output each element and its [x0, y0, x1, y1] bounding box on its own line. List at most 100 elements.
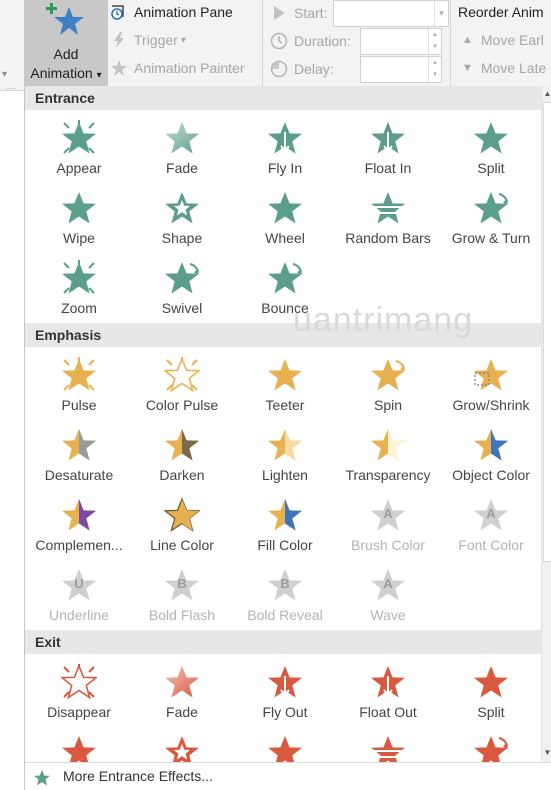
trigger-label: Trigger — [134, 32, 178, 48]
chevron-down-icon: ▾ — [434, 1, 448, 26]
animation-gallery: Entrance Appear Fade Fly In Float In Split Wip… — [24, 86, 551, 790]
bounce-icon — [267, 260, 303, 296]
svg-text:B: B — [280, 576, 289, 591]
animation-painter-button[interactable]: Animation Painter — [110, 59, 245, 77]
pulse-icon — [61, 357, 97, 393]
triangle-up-icon: ▲ — [462, 34, 473, 46]
effect-grow-shrink[interactable]: Grow/Shrink — [439, 355, 543, 425]
svg-text:▾: ▾ — [2, 69, 7, 80]
painter-star-icon — [111, 60, 127, 76]
grow-turn-icon — [473, 190, 509, 226]
effect-label: Float In — [364, 160, 412, 176]
effect-bold-flash: B Bold Flash — [130, 565, 234, 635]
effect-lighten[interactable]: Lighten — [233, 425, 337, 495]
effect-label: Pulse — [61, 397, 97, 413]
effect-label: Object Color — [452, 467, 530, 483]
bold-flash-icon: B — [164, 567, 200, 603]
start-dropdown[interactable]: ▾ — [333, 0, 449, 27]
effect-appear[interactable]: Appear — [27, 118, 131, 188]
effect-label: Transparency — [345, 467, 431, 483]
trigger-button[interactable]: Trigger ▾ — [110, 31, 186, 49]
effect-object-color[interactable]: Object Color — [439, 425, 543, 495]
transparency-icon — [370, 427, 406, 463]
effect-fade-out[interactable]: Fade — [130, 662, 234, 732]
effect-color-pulse[interactable]: Color Pulse — [130, 355, 234, 425]
ribbon-divider — [262, 0, 263, 88]
effect-wipe[interactable]: Wipe — [27, 188, 131, 258]
effect-split-out[interactable]: Split — [439, 662, 543, 732]
effect-fly-in[interactable]: Fly In — [233, 118, 337, 188]
effect-label: Fade — [166, 160, 198, 176]
spin-icon — [370, 357, 406, 393]
effect-split[interactable]: Split — [439, 118, 543, 188]
add-animation-button[interactable]: Add Animation ▾ — [24, 0, 108, 88]
effect-transparency[interactable]: Transparency — [336, 425, 440, 495]
brush-color-icon: A — [370, 497, 406, 533]
start-label: Start: — [294, 5, 328, 21]
move-earlier-button[interactable]: ▲ Move Earl — [462, 32, 544, 48]
line-color-icon — [164, 497, 200, 533]
more-entrance-effects-item[interactable]: More Entrance Effects... — [25, 762, 551, 790]
effect-complementary-color[interactable]: Complemen... — [27, 495, 131, 565]
svg-text:U: U — [74, 576, 83, 591]
effect-spin[interactable]: Spin — [336, 355, 440, 425]
complementary-color-icon — [61, 497, 97, 533]
font-color-icon: A — [473, 497, 509, 533]
scroll-down-icon[interactable]: ▼ — [542, 746, 551, 760]
wave-icon: A — [370, 567, 406, 603]
underline-icon: U — [61, 567, 97, 603]
teeter-icon — [267, 357, 303, 393]
effect-line-color[interactable]: Line Color — [130, 495, 234, 565]
effect-label: Bold Flash — [148, 607, 216, 623]
delay-spinner[interactable]: ▴ ▾ — [360, 56, 442, 83]
effect-fade[interactable]: Fade — [130, 118, 234, 188]
duration-spinner[interactable]: ▴ ▾ — [360, 28, 442, 55]
svg-text:A: A — [383, 506, 393, 521]
effect-float-in[interactable]: Float In — [336, 118, 440, 188]
effect-float-out[interactable]: Float Out — [336, 662, 440, 732]
color-pulse-icon — [164, 357, 200, 393]
effect-swivel[interactable]: Swivel — [130, 258, 234, 328]
effect-label: Brush Color — [351, 537, 425, 553]
effect-wheel[interactable]: Wheel — [233, 188, 337, 258]
lightning-icon — [114, 32, 124, 48]
gallery-scrollbar[interactable]: ▲ ▼ — [541, 86, 551, 762]
effect-label: Split — [477, 160, 505, 176]
effect-pulse[interactable]: Pulse — [27, 355, 131, 425]
effect-darken[interactable]: Darken — [130, 425, 234, 495]
effect-label: Complemen... — [35, 537, 123, 553]
effect-teeter[interactable]: Teeter — [233, 355, 337, 425]
duration-label: Duration: — [294, 33, 351, 49]
scroll-up-icon[interactable]: ▲ — [542, 87, 551, 101]
effect-zoom[interactable]: Zoom — [27, 258, 131, 328]
effect-fly-out[interactable]: Fly Out — [233, 662, 337, 732]
bold-reveal-icon: B — [267, 567, 303, 603]
effect-shape[interactable]: Shape — [130, 188, 234, 258]
effect-desaturate[interactable]: Desaturate — [27, 425, 131, 495]
fade-icon — [164, 120, 200, 156]
move-later-button[interactable]: ▼ Move Late — [462, 60, 546, 76]
effect-label: Fill Color — [257, 537, 313, 553]
shape-icon — [164, 190, 200, 226]
animation-painter-label: Animation Painter — [134, 60, 245, 76]
fade-out-icon — [164, 664, 200, 700]
svg-text:A: A — [486, 506, 496, 521]
fill-color-icon — [267, 497, 303, 533]
effect-fill-color[interactable]: Fill Color — [233, 495, 337, 565]
fly-in-icon — [267, 120, 303, 156]
effect-label: Wheel — [265, 230, 305, 246]
animation-pane-label: Animation Pane — [134, 4, 233, 20]
svg-text:A: A — [383, 576, 393, 591]
animation-pane-button[interactable]: Animation Pane — [110, 3, 233, 21]
spin-arrows-icon: ▴ ▾ — [428, 57, 441, 82]
effect-disappear[interactable]: Disappear — [27, 662, 131, 732]
effect-label: Shape — [161, 230, 203, 246]
effect-label: Disappear — [47, 704, 111, 720]
add-animation-label-line1: Add — [53, 46, 79, 62]
add-animation-label-line2: Animation ▾ — [30, 65, 102, 81]
effect-bold-reveal: B Bold Reveal — [233, 565, 337, 635]
fly-out-icon — [267, 664, 303, 700]
effect-grow-turn[interactable]: Grow & Turn — [439, 188, 543, 258]
effect-random-bars[interactable]: Random Bars — [336, 188, 440, 258]
scrollbar-thumb[interactable] — [543, 102, 551, 562]
